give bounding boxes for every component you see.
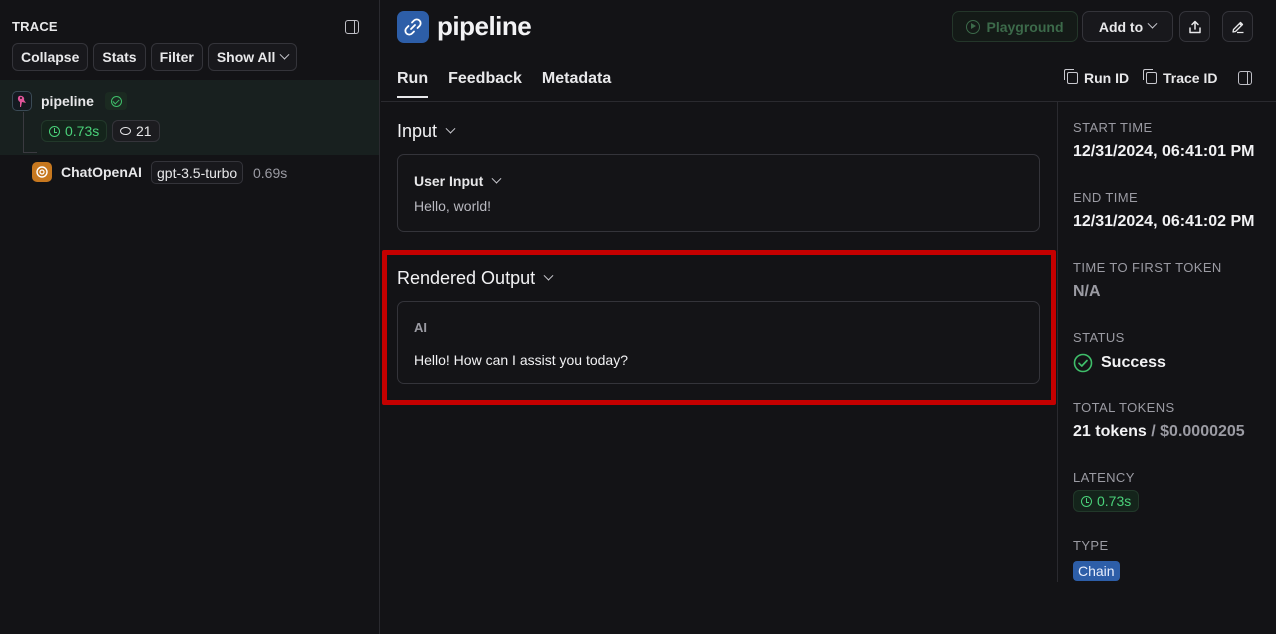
- total-tokens-value: 21 tokens / $0.0000205: [1073, 423, 1245, 441]
- start-time-value: 12/31/2024, 06:41:01 PM: [1073, 143, 1255, 160]
- tokens-value: 21: [136, 123, 152, 139]
- input-section-toggle[interactable]: Input: [397, 121, 456, 142]
- run-tabs: Run Feedback Metadata: [397, 70, 611, 98]
- node-name-pipeline: pipeline: [41, 93, 94, 109]
- total-tokens-label: TOTAL TOKENS: [1073, 400, 1175, 415]
- clock-icon: [1081, 495, 1092, 507]
- play-icon: [966, 19, 981, 34]
- chevron-down-icon: [491, 173, 502, 184]
- type-badge: Chain: [1073, 561, 1120, 581]
- sidebar-divider: [1057, 102, 1058, 582]
- trace-toolbar: Collapse Stats Filter Show All: [12, 43, 298, 71]
- ttft-value: N/A: [1073, 283, 1101, 300]
- token-cost: / $0.0000205: [1151, 423, 1245, 440]
- end-time-label: END TIME: [1073, 190, 1139, 205]
- add-to-label: Add to: [1098, 18, 1144, 35]
- latency-pill: 0.73s: [41, 120, 108, 142]
- user-input-value: Hello, world!: [414, 198, 492, 214]
- chevron-down-icon: [445, 123, 456, 134]
- trace-id-label: Trace ID: [1163, 70, 1218, 86]
- header-divider: [381, 101, 1276, 102]
- input-section-title: Input: [397, 121, 438, 141]
- copy-icon: [1143, 69, 1157, 84]
- tree-connector: [23, 112, 24, 152]
- show-all-dropdown[interactable]: Show All: [207, 43, 298, 71]
- trace-node-pipeline[interactable]: [0, 80, 379, 155]
- node-name-chatopenai[interactable]: ChatOpenAI: [61, 164, 142, 180]
- chevron-down-icon: [279, 49, 290, 60]
- collapse-button[interactable]: Collapse: [12, 43, 89, 71]
- add-to-button[interactable]: Add to: [1082, 11, 1173, 42]
- playground-button[interactable]: Playground: [952, 11, 1078, 42]
- openai-icon: [32, 162, 52, 182]
- playground-label: Playground: [986, 18, 1064, 35]
- tab-metadata[interactable]: Metadata: [542, 70, 611, 98]
- tokens-pill: 21: [112, 120, 160, 142]
- status-label: STATUS: [1073, 330, 1125, 345]
- clock-icon: [49, 125, 60, 137]
- type-label: TYPE: [1073, 538, 1109, 553]
- parrot-icon: [12, 91, 32, 111]
- chevron-down-icon: [1147, 18, 1158, 29]
- collapse-panel-icon[interactable]: [345, 20, 359, 34]
- latency-value: 0.73s: [65, 123, 100, 139]
- ttft-label: TIME TO FIRST TOKEN: [1073, 260, 1222, 275]
- trace-panel-title: TRACE: [12, 19, 58, 34]
- end-time-value: 12/31/2024, 06:41:02 PM: [1073, 213, 1255, 230]
- trace-id-button[interactable]: Trace ID: [1143, 69, 1218, 86]
- toggle-sidebar-icon[interactable]: [1238, 71, 1252, 85]
- check-circle-icon: [110, 95, 122, 107]
- link-icon: [397, 11, 429, 43]
- tab-run[interactable]: Run: [397, 70, 429, 98]
- run-id-button[interactable]: Run ID: [1064, 69, 1130, 86]
- success-badge: [105, 92, 127, 110]
- copy-icon: [1064, 69, 1078, 84]
- input-card: User Input Hello, world!: [397, 154, 1040, 232]
- pencil-icon: [1231, 21, 1243, 33]
- coins-icon: [120, 127, 131, 135]
- latency-label: LATENCY: [1073, 470, 1135, 485]
- model-tag: gpt-3.5-turbo: [151, 161, 244, 184]
- share-button[interactable]: [1179, 11, 1210, 42]
- status-text: Success: [1101, 354, 1166, 371]
- check-circle-icon: [1073, 353, 1093, 373]
- filter-button[interactable]: Filter: [150, 43, 203, 71]
- stats-button[interactable]: Stats: [93, 43, 146, 71]
- latency-badge: 0.73s: [1073, 490, 1140, 512]
- token-count: 21 tokens: [1073, 423, 1147, 440]
- tab-feedback[interactable]: Feedback: [448, 70, 522, 98]
- user-input-toggle[interactable]: User Input: [414, 173, 502, 189]
- run-id-label: Run ID: [1084, 70, 1130, 86]
- page-title: pipeline: [437, 11, 532, 41]
- tree-connector: [23, 152, 37, 153]
- edit-button[interactable]: [1222, 11, 1253, 42]
- user-input-label: User Input: [414, 173, 484, 189]
- status-value: Success: [1073, 353, 1166, 373]
- latency-badge-value: 0.73s: [1097, 493, 1132, 509]
- highlight-box: [382, 250, 1056, 405]
- child-latency: 0.69s: [253, 165, 288, 181]
- show-all-label: Show All: [216, 49, 276, 65]
- start-time-label: START TIME: [1073, 120, 1153, 135]
- trace-panel: TRACE Collapse Stats Filter Show All pip…: [0, 0, 380, 634]
- upload-icon: [1188, 20, 1201, 33]
